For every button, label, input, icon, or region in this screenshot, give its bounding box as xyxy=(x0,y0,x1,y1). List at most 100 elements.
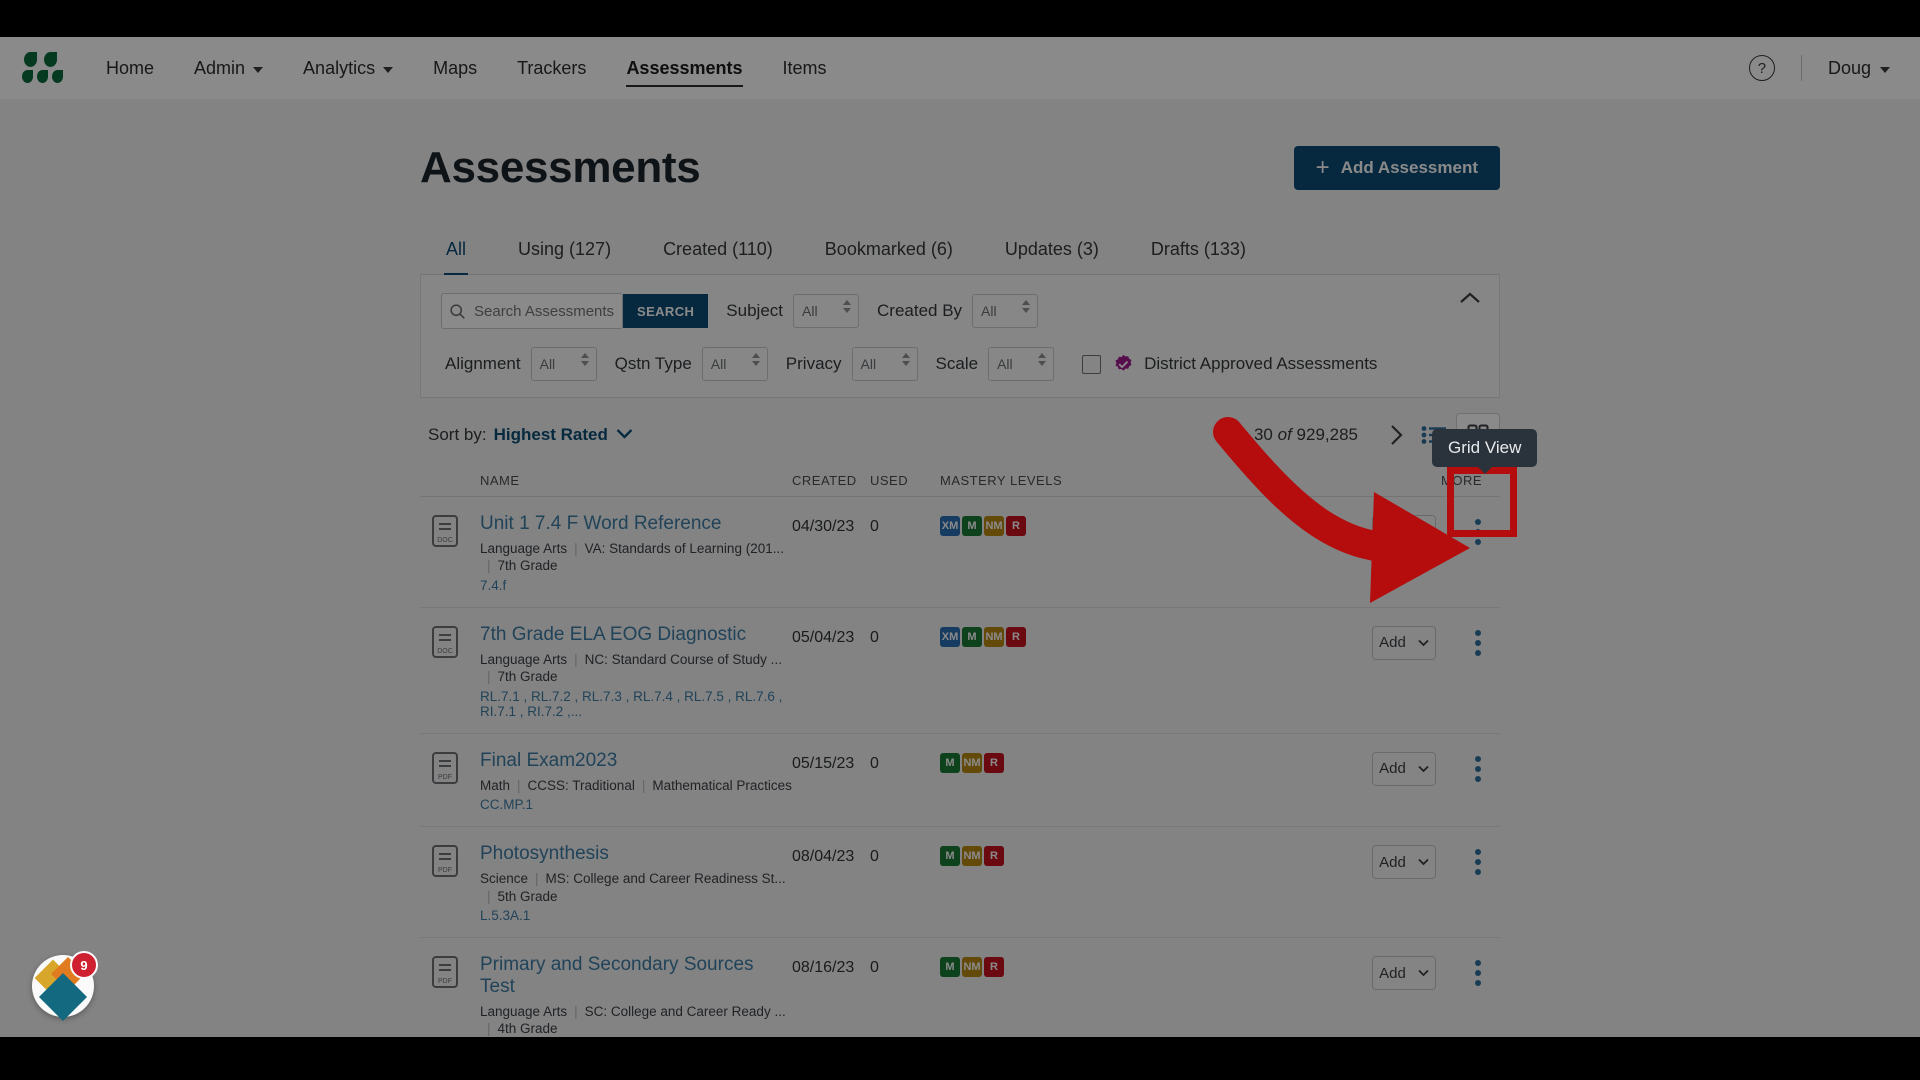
pagination-summary: 1 - 30 of 929,285 xyxy=(1229,425,1358,445)
kebab-menu-icon[interactable] xyxy=(1456,755,1500,782)
tab-created[interactable]: Created (110) xyxy=(637,239,799,274)
nav-item-admin[interactable]: Admin xyxy=(194,37,264,99)
mastery-badge-nm[interactable]: NM xyxy=(962,752,982,773)
add-assessment-button[interactable]: + Add Assessment xyxy=(1293,146,1500,190)
user-menu[interactable]: Doug xyxy=(1828,58,1890,79)
assessment-standards[interactable]: 7.4.f xyxy=(480,578,792,593)
created-by-filter-select[interactable]: All xyxy=(972,294,1039,328)
add-to-button[interactable]: Add xyxy=(1372,625,1436,660)
mastery-badge-r[interactable]: R xyxy=(1006,516,1026,536)
plus-icon: + xyxy=(1315,154,1330,181)
stepper-icon xyxy=(1038,353,1047,366)
file-type-icon: PDF xyxy=(432,845,458,878)
scale-filter-select[interactable]: All xyxy=(988,347,1055,381)
mastery-badge-m[interactable]: M xyxy=(940,957,960,978)
tab-updates[interactable]: Updates (3) xyxy=(979,239,1125,274)
mastery-badge-nm[interactable]: NM xyxy=(962,846,982,867)
nav-item-assessments[interactable]: Assessments xyxy=(626,37,743,99)
assessment-title-link[interactable]: Photosynthesis xyxy=(480,843,792,865)
chevron-up-icon[interactable] xyxy=(1459,291,1481,310)
add-to-button[interactable]: Add xyxy=(1372,956,1436,991)
assessment-standards[interactable]: L.5.3A.1 xyxy=(480,908,792,923)
kebab-menu-icon[interactable] xyxy=(1456,849,1500,876)
mastery-badge-nm[interactable]: NM xyxy=(984,516,1004,536)
nav-item-items[interactable]: Items xyxy=(783,37,827,99)
help-beacon-button[interactable]: 9 xyxy=(32,951,98,1022)
mastery-badge-xm[interactable]: XM xyxy=(940,626,960,647)
nav-item-maps[interactable]: Maps xyxy=(433,37,477,99)
add-to-button[interactable]: Add xyxy=(1372,751,1436,786)
table-row[interactable]: PDF Primary and Secondary Sources Test Lan… xyxy=(420,938,1500,1037)
stepper-icon xyxy=(751,353,760,366)
table-row[interactable]: DOC Unit 1 7.4 F Word Reference Language A… xyxy=(420,497,1500,608)
kebab-menu-icon[interactable] xyxy=(1456,629,1500,656)
tab-all[interactable]: All xyxy=(420,239,492,276)
add-to-button[interactable]: Add xyxy=(1372,845,1436,880)
search-icon xyxy=(442,303,472,320)
sort-and-view-row: Sort by: Highest Rated 1 - 30 of 929,285 xyxy=(420,413,1500,457)
svg-text:PDF: PDF xyxy=(438,774,452,781)
svg-text:PDF: PDF xyxy=(438,978,452,985)
alignment-filter-select[interactable]: All xyxy=(530,347,597,381)
mastery-badge-r[interactable]: R xyxy=(1006,626,1026,647)
mastery-badge-m[interactable]: M xyxy=(962,516,982,536)
assessment-standards[interactable]: CC.MP.1 xyxy=(480,797,792,812)
privacy-filter-select[interactable]: All xyxy=(851,347,918,381)
subject-filter-select[interactable]: All xyxy=(793,294,859,328)
assessment-title-link[interactable]: Primary and Secondary Sources Test xyxy=(480,954,792,998)
stepper-icon xyxy=(901,353,910,366)
nav-item-analytics[interactable]: Analytics xyxy=(303,37,394,99)
tab-label: Drafts (133) xyxy=(1150,239,1246,259)
meta-standard-set: SC: College and Career Ready ... xyxy=(584,1003,786,1019)
search-input[interactable] xyxy=(472,294,622,328)
assessment-meta: Language Arts | VA: Standards of Learning … xyxy=(480,540,792,575)
mastery-badge-m[interactable]: M xyxy=(940,846,960,867)
add-to-button[interactable]: Add xyxy=(1372,515,1436,549)
kebab-menu-icon[interactable] xyxy=(1456,960,1500,987)
search-button[interactable]: SEARCH xyxy=(623,294,709,328)
assessment-title-link[interactable]: 7th Grade ELA EOG Diagnostic xyxy=(480,624,792,646)
district-approved-checkbox[interactable] xyxy=(1082,354,1102,374)
meta-grade: 5th Grade xyxy=(497,888,558,904)
mastery-badge-nm[interactable]: NM xyxy=(984,626,1004,647)
column-header-used: USED xyxy=(870,473,909,488)
qstn-type-filter-select[interactable]: All xyxy=(701,347,768,381)
meta-standard-set: MS: College and Career Readiness St... xyxy=(545,871,786,887)
add-label: Add xyxy=(1379,853,1406,871)
sort-by-value[interactable]: Highest Rated xyxy=(494,425,608,445)
mastery-badge-xm[interactable]: XM xyxy=(940,516,960,536)
tab-using[interactable]: Using (127) xyxy=(492,239,637,274)
table-row[interactable]: DOC 7th Grade ELA EOG Diagnostic Language … xyxy=(420,608,1500,734)
pagination-range: 1 - 30 xyxy=(1229,425,1273,444)
next-page-button[interactable] xyxy=(1380,418,1414,452)
nav-label: Trackers xyxy=(517,57,587,78)
meta-divider: | xyxy=(574,1003,578,1019)
company-logo[interactable] xyxy=(22,51,64,85)
mastery-badge-r[interactable]: R xyxy=(984,752,1004,773)
table-row[interactable]: PDF Photosynthesis Science | MS: College and… xyxy=(420,827,1500,939)
tab-drafts[interactable]: Drafts (133) xyxy=(1125,239,1272,274)
assessment-title-link[interactable]: Unit 1 7.4 F Word Reference xyxy=(480,513,792,535)
mastery-badge-m[interactable]: M xyxy=(962,626,982,647)
assessment-title-link[interactable]: Final Exam2023 xyxy=(480,750,792,772)
table-row[interactable]: PDF Final Exam2023 Math | CCSS: Traditional |… xyxy=(420,734,1500,828)
mastery-badge-r[interactable]: R xyxy=(984,957,1004,978)
chevron-down-icon xyxy=(253,66,264,73)
mastery-badge-nm[interactable]: NM xyxy=(962,957,982,978)
add-label: Add xyxy=(1379,523,1406,541)
chevron-down-icon[interactable] xyxy=(616,426,633,444)
created-date: 05/15/23 xyxy=(792,754,855,772)
assessment-name-cell: Photosynthesis Science | MS: College and Ca… xyxy=(480,843,792,923)
stepper-icon xyxy=(1022,300,1031,313)
search-box[interactable] xyxy=(441,293,623,329)
mastery-badge-r[interactable]: R xyxy=(984,846,1004,867)
tab-bookmarked[interactable]: Bookmarked (6) xyxy=(799,239,979,274)
nav-item-home[interactable]: Home xyxy=(106,37,154,99)
mastery-badge-m[interactable]: M xyxy=(940,752,960,773)
nav-item-trackers[interactable]: Trackers xyxy=(517,37,586,99)
pagination-of: of xyxy=(1277,425,1292,444)
file-type-icon: DOC xyxy=(432,625,458,658)
used-count: 0 xyxy=(870,628,879,646)
question-mark-icon[interactable]: ? xyxy=(1748,55,1775,81)
assessment-standards[interactable]: RL.7.1 , RL.7.2 , RL.7.3 , RL.7.4 , RL.7… xyxy=(480,689,792,719)
